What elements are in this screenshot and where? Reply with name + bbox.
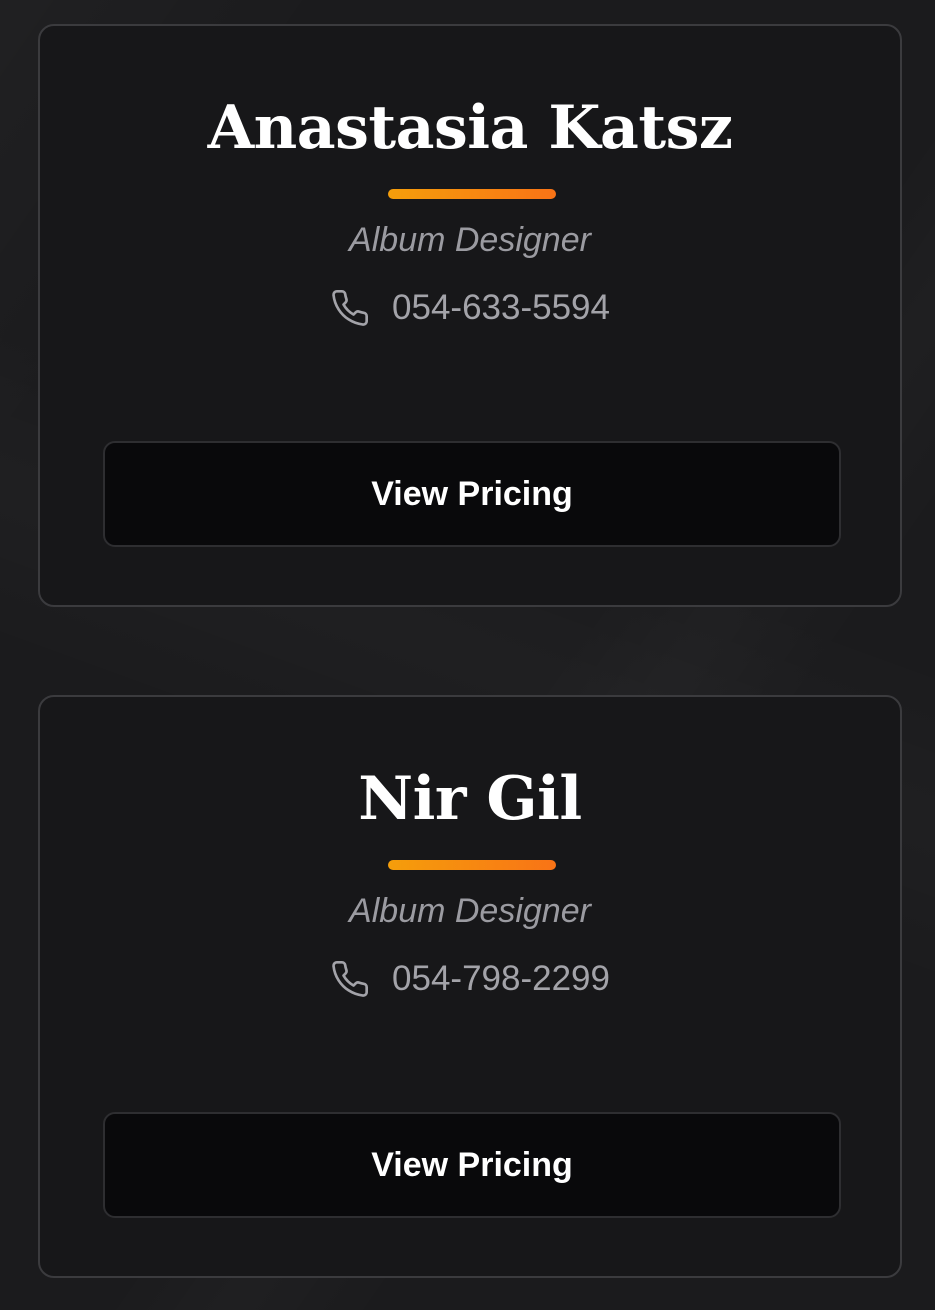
phone-number[interactable]: 054-633-5594 [392, 286, 610, 330]
view-pricing-button[interactable]: View Pricing [103, 1112, 841, 1218]
designer-role: Album Designer [349, 221, 591, 259]
designer-role: Album Designer [349, 892, 591, 930]
phone-row[interactable]: 054-798-2299 [40, 955, 900, 1003]
phone-icon [332, 961, 369, 997]
phone-icon [332, 290, 369, 326]
phone-row[interactable]: 054-633-5594 [40, 284, 900, 332]
accent-divider [388, 860, 556, 870]
designer-name: Anastasia Katsz [207, 93, 733, 163]
view-pricing-button[interactable]: View Pricing [103, 441, 841, 547]
accent-divider [388, 189, 556, 199]
phone-number[interactable]: 054-798-2299 [392, 957, 610, 1001]
designer-name: Nir Gil [358, 764, 582, 834]
designer-card: Nir Gil Album Designer 054-798-2299 View… [38, 695, 902, 1278]
designer-card: Anastasia Katsz Album Designer 054-633-5… [38, 24, 902, 607]
